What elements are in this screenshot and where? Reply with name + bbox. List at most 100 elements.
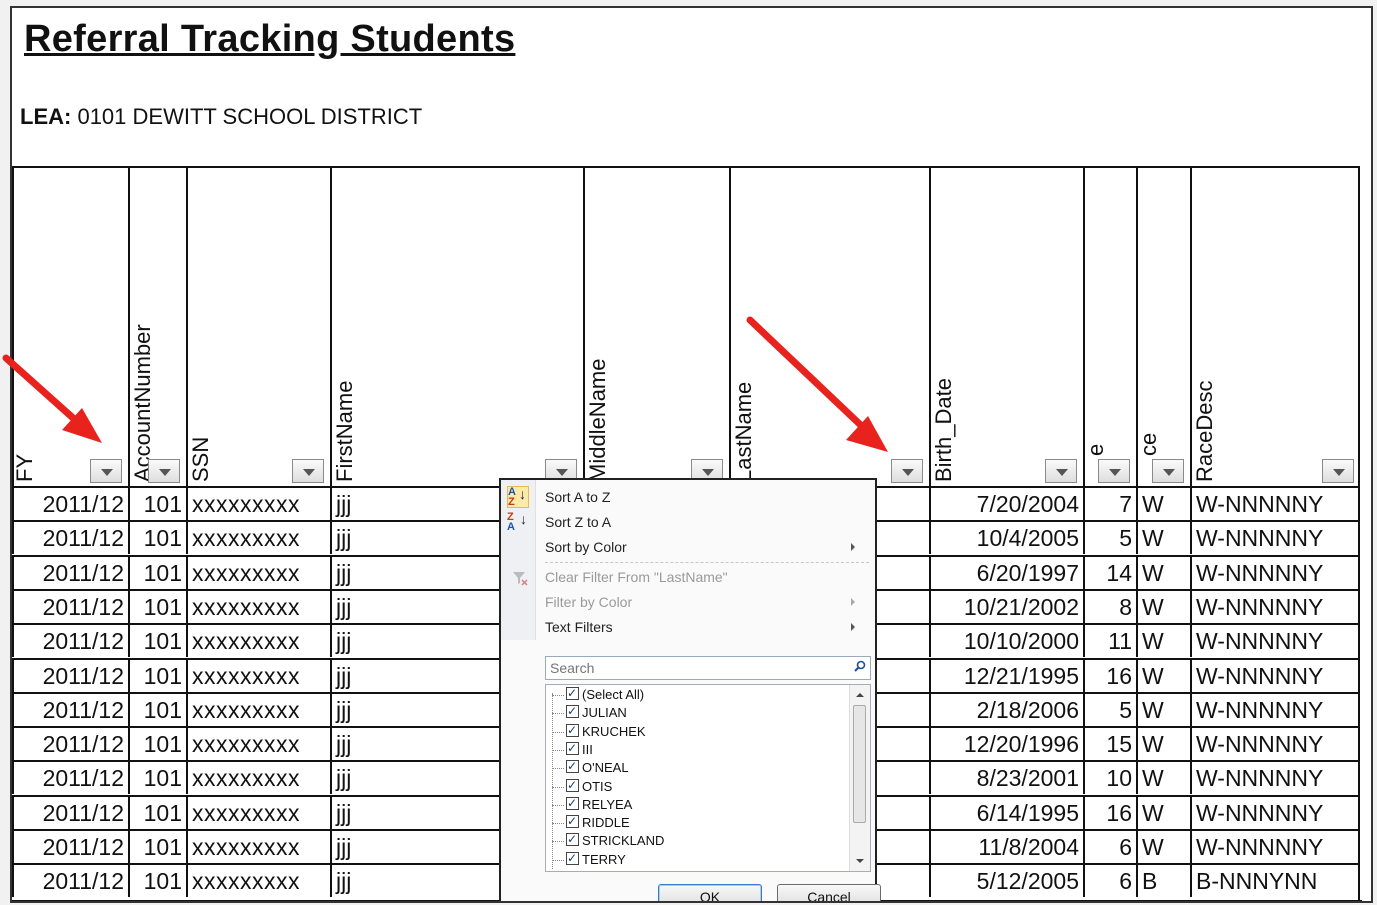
table-cell-ssn[interactable]: xxxxxxxxx	[186, 865, 330, 898]
filter-dropdown-birth-date[interactable]	[1045, 459, 1077, 483]
table-cell-ssn[interactable]: xxxxxxxxx	[186, 762, 330, 795]
table-cell-fy[interactable]: 2011/12	[12, 693, 128, 726]
table-cell-birth[interactable]: 10/21/2002	[929, 590, 1083, 623]
ok-button[interactable]: OK	[658, 884, 762, 901]
table-cell-race[interactable]: W	[1136, 693, 1190, 726]
table-cell-race[interactable]: W	[1136, 728, 1190, 761]
table-cell-race[interactable]: W	[1136, 796, 1190, 829]
table-cell-fy[interactable]: 2011/12	[12, 488, 128, 520]
table-cell-age[interactable]: 7	[1083, 488, 1136, 520]
table-cell-fy[interactable]: 2011/12	[12, 762, 128, 795]
filter-value-item[interactable]: III	[552, 739, 593, 759]
table-cell-acct[interactable]: 101	[128, 590, 186, 623]
checkbox-checked-icon[interactable]	[566, 685, 579, 702]
checkbox-checked-icon[interactable]	[566, 721, 579, 739]
table-cell-race[interactable]: W	[1136, 659, 1190, 692]
table-cell-birth[interactable]: 5/12/2005	[929, 865, 1083, 898]
table-cell-ssn[interactable]: xxxxxxxxx	[186, 522, 330, 555]
table-cell-birth[interactable]: 6/20/1997	[929, 556, 1083, 589]
table-cell-acct[interactable]: 101	[128, 522, 186, 555]
table-cell-race[interactable]: W	[1136, 556, 1190, 589]
scroll-down-icon[interactable]	[856, 859, 864, 863]
checkbox-checked-icon[interactable]	[566, 830, 579, 848]
table-cell-racedesc[interactable]: W-NNNNNY	[1190, 796, 1360, 829]
menu-sort-by-color[interactable]: Sort by Color	[545, 536, 865, 558]
table-cell-ssn[interactable]: xxxxxxxxx	[186, 659, 330, 692]
filter-value-item[interactable]: (Select All)	[552, 685, 644, 704]
table-cell-acct[interactable]: 101	[128, 796, 186, 829]
menu-clear-filter[interactable]: Clear Filter From "LastName"	[545, 566, 728, 588]
table-cell-acct[interactable]: 101	[128, 556, 186, 589]
table-cell-fy[interactable]: 2011/12	[12, 625, 128, 658]
table-cell-acct[interactable]: 101	[128, 728, 186, 761]
filter-value-item[interactable]: OTIS	[552, 776, 612, 796]
table-cell-ssn[interactable]: xxxxxxxxx	[186, 693, 330, 726]
table-cell-age[interactable]: 10	[1083, 762, 1136, 795]
list-scrollbar[interactable]	[849, 685, 870, 871]
checkbox-checked-icon[interactable]	[566, 702, 579, 720]
table-cell-acct[interactable]: 101	[128, 625, 186, 658]
table-cell-age[interactable]: 11	[1083, 625, 1136, 658]
cancel-button[interactable]: Cancel	[777, 884, 881, 901]
checkbox-checked-icon[interactable]	[566, 776, 579, 794]
filter-value-item[interactable]: RELYEA	[552, 794, 632, 814]
table-cell-racedesc[interactable]: W-NNNNNY	[1190, 556, 1360, 589]
checkbox-checked-icon[interactable]	[566, 849, 579, 867]
filter-dropdown-fy[interactable]	[90, 459, 122, 483]
filter-value-item[interactable]: JULIAN	[552, 702, 627, 722]
table-cell-race[interactable]: W	[1136, 488, 1190, 520]
menu-text-filters[interactable]: Text Filters	[545, 616, 865, 638]
table-cell-ssn[interactable]: xxxxxxxxx	[186, 556, 330, 589]
table-cell-fy[interactable]: 2011/12	[12, 865, 128, 898]
table-cell-racedesc[interactable]: W-NNNNNY	[1190, 522, 1360, 555]
table-cell-racedesc[interactable]: W-NNNNNY	[1190, 831, 1360, 863]
checkbox-checked-icon[interactable]	[566, 812, 579, 830]
table-cell-fy[interactable]: 2011/12	[12, 556, 128, 589]
table-cell-age[interactable]: 16	[1083, 659, 1136, 692]
table-cell-age[interactable]: 16	[1083, 796, 1136, 829]
table-cell-race[interactable]: W	[1136, 522, 1190, 555]
table-cell-racedesc[interactable]: W-NNNNNY	[1190, 728, 1360, 761]
menu-sort-a-to-z[interactable]: Sort A to Z	[545, 486, 610, 508]
table-cell-racedesc[interactable]: W-NNNNNY	[1190, 693, 1360, 726]
filter-dropdown-racedesc[interactable]	[1322, 459, 1354, 483]
filter-value-item[interactable]: TERRY	[552, 849, 626, 869]
filter-dropdown-ssn[interactable]	[292, 459, 324, 483]
table-cell-age[interactable]: 6	[1083, 831, 1136, 863]
table-cell-race[interactable]: W	[1136, 831, 1190, 863]
filter-dropdown-lastname[interactable]	[891, 459, 923, 483]
table-cell-birth[interactable]: 12/20/1996	[929, 728, 1083, 761]
table-cell-fy[interactable]: 2011/12	[12, 796, 128, 829]
table-cell-birth[interactable]: 2/18/2006	[929, 693, 1083, 726]
table-cell-birth[interactable]: 11/8/2004	[929, 831, 1083, 863]
table-cell-birth[interactable]: 8/23/2001	[929, 762, 1083, 795]
table-cell-fy[interactable]: 2011/12	[12, 659, 128, 692]
table-cell-race[interactable]: B	[1136, 865, 1190, 898]
table-cell-age[interactable]: 14	[1083, 556, 1136, 589]
filter-search-input[interactable]	[546, 657, 844, 679]
table-cell-age[interactable]: 15	[1083, 728, 1136, 761]
table-cell-birth[interactable]: 10/4/2005	[929, 522, 1083, 555]
filter-value-item[interactable]: KRUCHEK	[552, 721, 646, 741]
table-cell-fy[interactable]: 2011/12	[12, 728, 128, 761]
table-cell-race[interactable]: W	[1136, 625, 1190, 658]
table-cell-birth[interactable]: 6/14/1995	[929, 796, 1083, 829]
table-cell-fy[interactable]: 2011/12	[12, 590, 128, 623]
table-cell-birth[interactable]: 10/10/2000	[929, 625, 1083, 658]
table-cell-ssn[interactable]: xxxxxxxxx	[186, 488, 330, 520]
table-cell-fy[interactable]: 2011/12	[12, 831, 128, 863]
checkbox-checked-icon[interactable]	[566, 794, 579, 812]
table-cell-ssn[interactable]: xxxxxxxxx	[186, 590, 330, 623]
filter-dropdown-race[interactable]	[1152, 459, 1184, 483]
table-cell-acct[interactable]: 101	[128, 693, 186, 726]
table-cell-acct[interactable]: 101	[128, 659, 186, 692]
table-cell-ssn[interactable]: xxxxxxxxx	[186, 831, 330, 863]
filter-value-item[interactable]: O'NEAL	[552, 757, 629, 777]
scroll-thumb[interactable]	[853, 705, 866, 823]
filter-dropdown-accountnumber[interactable]	[148, 459, 180, 483]
table-cell-fy[interactable]: 2011/12	[12, 522, 128, 555]
table-cell-racedesc[interactable]: W-NNNNNY	[1190, 488, 1360, 520]
table-cell-ssn[interactable]: xxxxxxxxx	[186, 728, 330, 761]
table-cell-race[interactable]: W	[1136, 762, 1190, 795]
checkbox-checked-icon[interactable]	[566, 739, 579, 757]
